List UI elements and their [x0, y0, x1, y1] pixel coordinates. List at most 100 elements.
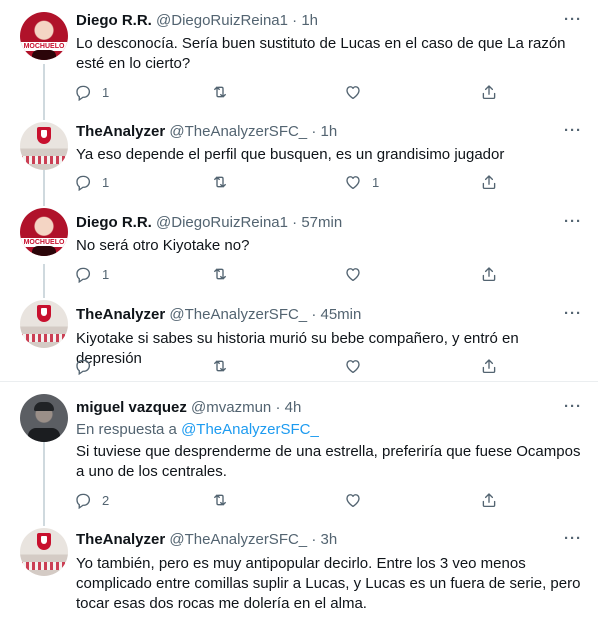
retweet-button[interactable]	[211, 356, 239, 376]
timestamp[interactable]: 1h	[321, 123, 338, 140]
tweet-text: Lo desconocía. Sería buen sustituto de L…	[76, 35, 566, 72]
tweet[interactable]: MOCHUELO Diego R.R. @DiegoRuizReina1 · 1…	[0, 0, 598, 118]
retweet-button[interactable]	[211, 490, 239, 510]
shield-icon	[37, 305, 51, 322]
share-button[interactable]	[480, 172, 498, 192]
avatar[interactable]: MOCHUELO	[20, 12, 68, 60]
display-name[interactable]: miguel vazquez	[76, 399, 187, 416]
reply-icon	[76, 267, 91, 283]
tweet[interactable]: miguel vazquez @mvazmun · 4h ··· En resp…	[0, 382, 598, 522]
user-handle[interactable]: @DiegoRuizReina1	[156, 12, 288, 29]
reply-icon	[76, 493, 91, 509]
display-name[interactable]: TheAnalyzer	[76, 306, 165, 323]
avatar[interactable]	[20, 394, 68, 442]
timestamp[interactable]: 57min	[301, 214, 342, 231]
shield-icon	[37, 127, 51, 144]
avatar[interactable]: MOCHUELO	[20, 208, 68, 256]
user-handle[interactable]: @TheAnalyzerSFC_	[169, 306, 307, 323]
separator-dot: ·	[275, 399, 281, 416]
reply-button[interactable]	[74, 356, 102, 376]
tweet-header: Diego R.R. @DiegoRuizReina1 · 57min	[76, 213, 342, 233]
tweet-actions: 2	[74, 490, 504, 510]
like-button[interactable]: 1	[344, 172, 379, 192]
tweet-text: Yo también, pero es muy antipopular deci…	[76, 555, 581, 612]
more-icon[interactable]: ···	[562, 531, 584, 546]
separator-dot: ·	[311, 531, 317, 548]
like-button[interactable]	[344, 356, 372, 376]
retweet-icon	[214, 86, 226, 98]
reply-prefix: En respuesta a	[76, 421, 177, 438]
share-button[interactable]	[480, 264, 498, 284]
share-icon	[482, 359, 496, 374]
more-icon[interactable]: ···	[562, 214, 584, 229]
tweet-header: miguel vazquez @mvazmun · 4h	[76, 398, 301, 418]
share-icon	[482, 267, 496, 282]
reply-button[interactable]: 1	[74, 264, 109, 284]
display-name[interactable]: Diego R.R.	[76, 214, 152, 231]
retweet-icon	[214, 360, 226, 372]
like-icon	[346, 176, 360, 190]
like-count: 1	[372, 174, 380, 190]
like-button[interactable]	[344, 264, 372, 284]
more-icon[interactable]: ···	[562, 123, 584, 138]
like-button[interactable]	[344, 490, 372, 510]
share-icon	[482, 85, 496, 100]
more-icon[interactable]: ···	[562, 306, 584, 321]
tweet[interactable]: TheAnalyzer @TheAnalyzerSFC_ · 3h ··· Yo…	[0, 522, 598, 618]
tweet-text: No será otro Kiyotake no?	[76, 237, 250, 254]
reply-count: 1	[102, 266, 110, 282]
reply-button[interactable]: 1	[74, 82, 109, 102]
more-icon[interactable]: ···	[562, 12, 584, 27]
tweet[interactable]: TheAnalyzer @TheAnalyzerSFC_ · 45min ···…	[0, 294, 598, 381]
reply-count: 1	[102, 84, 110, 100]
user-handle[interactable]: @mvazmun	[191, 399, 271, 416]
reply-count: 1	[102, 174, 110, 190]
reply-context: En respuesta a @TheAnalyzerSFC_	[76, 420, 319, 440]
like-icon	[346, 268, 360, 282]
share-icon	[482, 175, 496, 190]
reply-button[interactable]: 1	[74, 172, 109, 192]
retweet-button[interactable]	[211, 82, 239, 102]
tweet-header: TheAnalyzer @TheAnalyzerSFC_ · 45min	[76, 305, 361, 325]
timestamp[interactable]: 45min	[321, 306, 362, 323]
like-icon	[346, 494, 360, 508]
tweet-text: Si tuviese que desprenderme de una estre…	[76, 443, 581, 480]
like-button[interactable]	[344, 82, 372, 102]
tweet-actions: 1	[74, 264, 504, 284]
retweet-icon	[214, 494, 226, 506]
retweet-button[interactable]	[211, 264, 239, 284]
avatar[interactable]	[20, 300, 68, 348]
retweet-button[interactable]	[211, 172, 239, 192]
reply-icon	[76, 85, 91, 101]
display-name[interactable]: TheAnalyzer	[76, 123, 165, 140]
reply-button[interactable]: 2	[74, 490, 109, 510]
separator-dot: ·	[311, 306, 317, 323]
timestamp[interactable]: 3h	[321, 531, 338, 548]
user-handle[interactable]: @TheAnalyzerSFC_	[169, 123, 307, 140]
share-button[interactable]	[480, 356, 498, 376]
tweet-header: TheAnalyzer @TheAnalyzerSFC_ · 3h	[76, 530, 337, 550]
timestamp[interactable]: 4h	[285, 399, 302, 416]
like-icon	[346, 86, 360, 100]
reply-count: 2	[102, 492, 110, 508]
more-icon[interactable]: ···	[562, 399, 584, 414]
tweet-actions: 1 1	[74, 172, 504, 192]
share-button[interactable]	[480, 490, 498, 510]
tweet-header: Diego R.R. @DiegoRuizReina1 · 1h	[76, 11, 318, 31]
tweet-text: Ya eso depende el perfil que busquen, es…	[76, 146, 505, 163]
tweet-actions	[74, 356, 504, 376]
tweet-actions: 1	[74, 82, 504, 102]
timestamp[interactable]: 1h	[301, 12, 318, 29]
user-handle[interactable]: @DiegoRuizReina1	[156, 214, 288, 231]
shield-icon	[37, 533, 51, 550]
reply-mention-link[interactable]: @TheAnalyzerSFC_	[181, 421, 319, 438]
user-handle[interactable]: @TheAnalyzerSFC_	[169, 531, 307, 548]
share-button[interactable]	[480, 82, 498, 102]
display-name[interactable]: Diego R.R.	[76, 12, 152, 29]
tweet[interactable]: MOCHUELO Diego R.R. @DiegoRuizReina1 · 5…	[0, 204, 598, 294]
avatar[interactable]	[20, 528, 68, 576]
tweet[interactable]: TheAnalyzer @TheAnalyzerSFC_ · 1h ··· Ya…	[0, 118, 598, 204]
avatar[interactable]	[20, 122, 68, 170]
separator-dot: ·	[292, 12, 298, 29]
display-name[interactable]: TheAnalyzer	[76, 531, 165, 548]
